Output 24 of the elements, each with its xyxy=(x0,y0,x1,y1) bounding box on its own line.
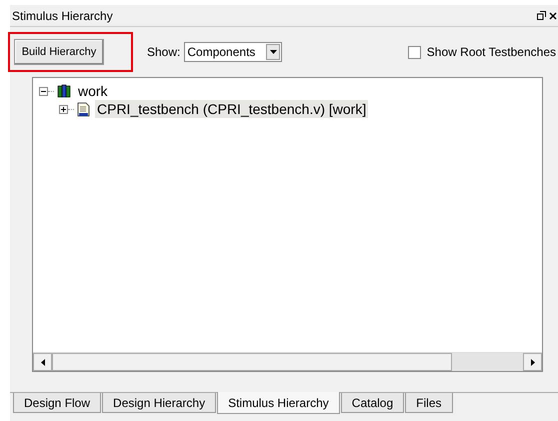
tab[interactable]: Design Flow xyxy=(13,393,102,413)
dropdown-arrow-icon xyxy=(270,50,277,54)
build-hierarchy-button[interactable]: Build Hierarchy xyxy=(14,39,104,65)
tree-item[interactable]: work xyxy=(76,82,110,100)
show-dropdown[interactable]: Components xyxy=(184,42,282,62)
horizontal-scrollbar[interactable] xyxy=(33,352,542,371)
show-label: Show: xyxy=(147,44,180,61)
scrollbar-thumb[interactable] xyxy=(52,353,452,371)
scroll-right-icon[interactable] xyxy=(530,358,534,366)
books-icon xyxy=(57,84,71,98)
collapse-icon[interactable] xyxy=(39,86,48,96)
checkbox-label: Show Root Testbenches xyxy=(426,44,556,61)
restore-icon[interactable] xyxy=(537,11,546,20)
tab[interactable]: Catalog xyxy=(340,393,404,413)
panel-title: Stimulus Hierarchy xyxy=(12,8,114,24)
show-root-testbenches-checkbox[interactable] xyxy=(408,46,421,58)
tree-item[interactable]: CPRI_testbench (CPRI_testbench.v) [work] xyxy=(95,100,368,118)
tab[interactable]: Stimulus Hierarchy xyxy=(217,392,340,414)
document-icon xyxy=(77,102,90,116)
close-icon[interactable] xyxy=(549,12,557,20)
tab[interactable]: Design Hierarchy xyxy=(102,393,216,413)
scroll-left-icon[interactable] xyxy=(40,358,44,366)
expand-icon[interactable] xyxy=(59,104,68,114)
tab[interactable]: Files xyxy=(405,393,452,413)
